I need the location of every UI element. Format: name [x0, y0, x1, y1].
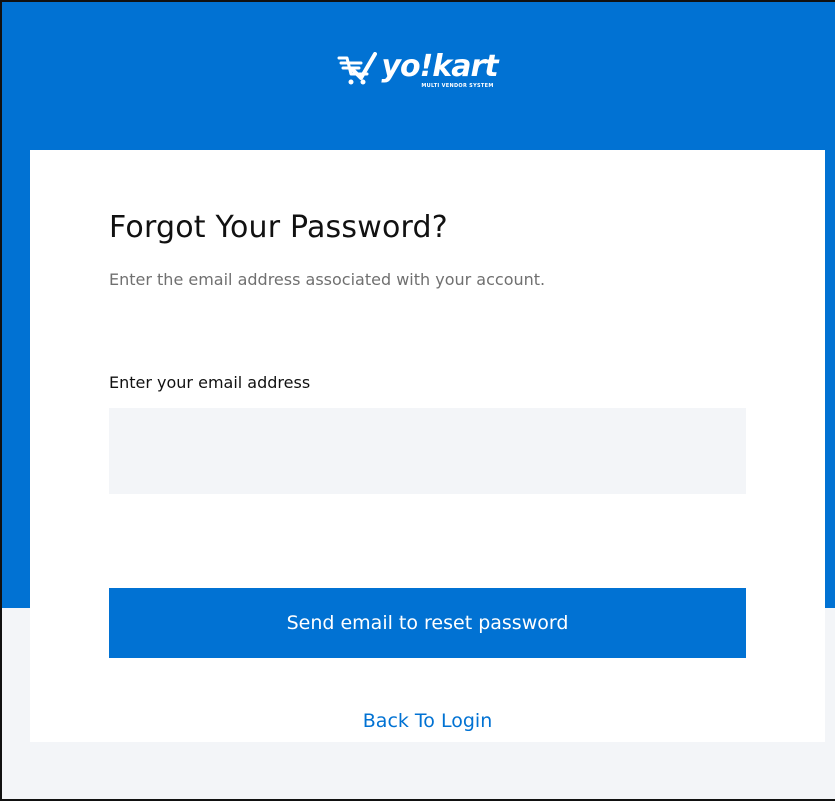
brand-tagline: MULTI VENDOR SYSTEM: [421, 82, 494, 89]
logo-text: yo!kart MULTI VENDOR SYSTEM: [381, 48, 498, 89]
forgot-password-card: Forgot Your Password? Enter the email ad…: [30, 150, 825, 742]
logo-group: yo!kart MULTI VENDOR SYSTEM: [337, 48, 499, 89]
email-field[interactable]: [109, 408, 746, 494]
page-subtitle: Enter the email address associated with …: [109, 270, 546, 289]
page-title: Forgot Your Password?: [109, 210, 448, 245]
shopping-cart-checkmark-icon: [337, 52, 378, 85]
send-reset-email-button[interactable]: Send email to reset password: [109, 588, 746, 658]
brand-name: yo!kart: [381, 48, 498, 84]
back-to-login-link[interactable]: Back To Login: [109, 710, 746, 732]
email-label: Enter your email address: [109, 373, 311, 392]
brand-logo: yo!kart MULTI VENDOR SYSTEM: [0, 40, 835, 100]
